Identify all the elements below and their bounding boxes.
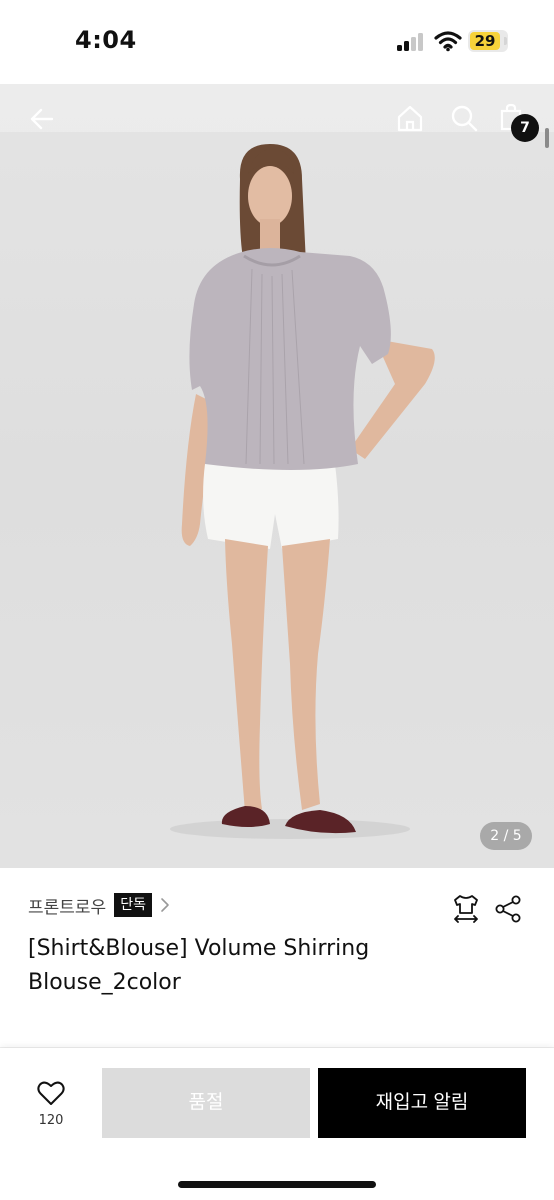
gallery-page-indicator: 2 / 5 (480, 822, 532, 850)
chevron-right-icon (161, 898, 169, 912)
brand-link[interactable]: 프론트로우 단독 (28, 891, 170, 919)
heart-icon (37, 1081, 65, 1105)
like-count: 120 (38, 1113, 64, 1128)
status-time: 4:04 (75, 26, 137, 54)
back-arrow-icon[interactable] (28, 105, 56, 133)
cart-count-badge[interactable]: 7 (511, 114, 539, 142)
scrollbar[interactable] (545, 128, 549, 148)
restock-alert-button[interactable]: 재입고 알림 (318, 1068, 526, 1138)
search-icon[interactable] (450, 104, 478, 132)
share-icon[interactable] (495, 895, 523, 923)
exclusive-badge: 단독 (114, 893, 152, 917)
battery-icon: 29 (468, 30, 508, 52)
signal-icon (397, 33, 425, 51)
product-photo (170, 144, 435, 839)
product-image[interactable] (0, 84, 554, 868)
size-guide-icon[interactable] (452, 893, 480, 923)
product-title: [Shirt&Blouse] Volume Shirring Blouse_2c… (28, 936, 370, 995)
battery-level: 29 (474, 32, 496, 50)
like-button[interactable]: 120 (24, 1078, 78, 1132)
status-bar: 4:04 29 (0, 0, 554, 84)
home-icon[interactable] (396, 104, 424, 132)
top-nav (0, 84, 554, 132)
battery-nub (504, 37, 507, 45)
home-indicator[interactable] (178, 1181, 376, 1188)
soldout-button[interactable]: 품절 (102, 1068, 310, 1138)
brand-name: 프론트로우 (28, 897, 107, 918)
wifi-icon (434, 31, 462, 52)
